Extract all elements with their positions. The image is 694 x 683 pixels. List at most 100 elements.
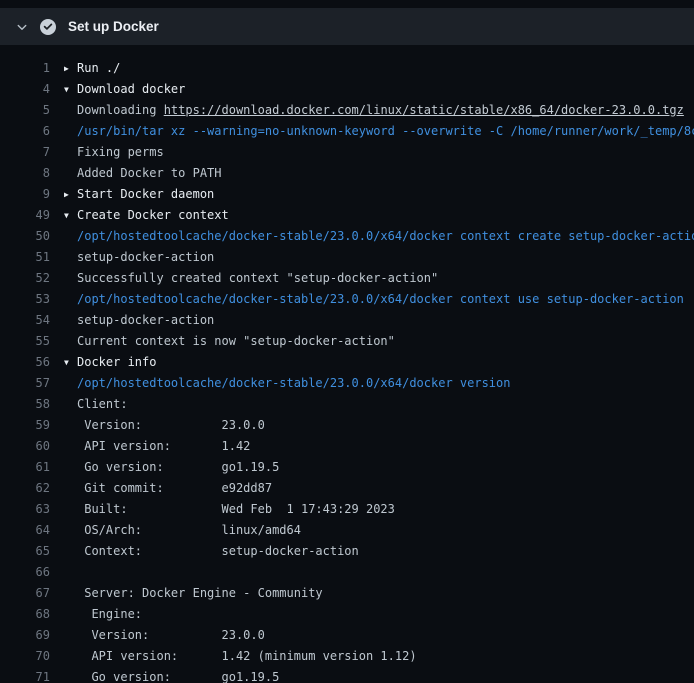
log-group-line[interactable]: 9 ▶Start Docker daemon	[0, 184, 694, 205]
log-line: 57/opt/hostedtoolcache/docker-stable/23.…	[0, 373, 694, 394]
group-title[interactable]: Create Docker context	[77, 208, 229, 222]
line-content: Go version: go1.19.5	[64, 457, 694, 478]
line-number[interactable]: 59	[0, 415, 50, 436]
line-content: /opt/hostedtoolcache/docker-stable/23.0.…	[64, 226, 694, 247]
log-text: Current context is now "setup-docker-act…	[77, 334, 395, 348]
line-content: ▼Docker info	[64, 352, 694, 373]
line-number[interactable]: 52	[0, 268, 50, 289]
log-line: 8 Added Docker to PATH	[0, 163, 694, 184]
log-text: Server: Docker Engine - Community	[77, 586, 323, 600]
log-line: 52 Successfully created context "setup-do…	[0, 268, 694, 289]
group-collapsed-icon[interactable]: ▶	[64, 58, 77, 79]
line-number[interactable]: 55	[0, 331, 50, 352]
line-number[interactable]: 1	[0, 58, 50, 79]
line-number[interactable]: 58	[0, 394, 50, 415]
line-content: ▶Run ./	[64, 58, 694, 79]
line-number[interactable]: 65	[0, 541, 50, 562]
log-group-line[interactable]: 56 ▼Docker info	[0, 352, 694, 373]
line-number[interactable]: 60	[0, 436, 50, 457]
group-title[interactable]: Docker info	[77, 355, 156, 369]
line-number[interactable]: 7	[0, 142, 50, 163]
line-number[interactable]: 49	[0, 205, 50, 226]
line-number[interactable]: 61	[0, 457, 50, 478]
chevron-down-icon[interactable]	[16, 21, 28, 33]
log-line: 70 API version: 1.42 (minimum version 1.…	[0, 646, 694, 667]
log-text: Version: 23.0.0	[77, 418, 265, 432]
log-group-line[interactable]: 4 ▼Download docker	[0, 79, 694, 100]
log-line: 5 Downloading https://download.docker.com…	[0, 100, 694, 121]
log-text: Fixing perms	[77, 145, 164, 159]
log-text: Engine:	[77, 607, 142, 621]
line-content: API version: 1.42	[64, 436, 694, 457]
group-title[interactable]: Run ./	[77, 61, 120, 75]
log-group-line[interactable]: 1 ▶Run ./	[0, 58, 694, 79]
group-expanded-icon[interactable]: ▼	[64, 205, 77, 226]
line-content: Built: Wed Feb 1 17:43:29 2023	[64, 499, 694, 520]
line-number[interactable]: 56	[0, 352, 50, 373]
line-content: Added Docker to PATH	[64, 163, 694, 184]
line-number[interactable]: 6	[0, 121, 50, 142]
group-expanded-icon[interactable]: ▼	[64, 352, 77, 373]
line-content: ▶Start Docker daemon	[64, 184, 694, 205]
line-number[interactable]: 70	[0, 646, 50, 667]
line-content: Go version: go1.19.5	[64, 667, 694, 683]
line-number[interactable]: 9	[0, 184, 50, 205]
log-line: 66	[0, 562, 694, 583]
log-line: 50/opt/hostedtoolcache/docker-stable/23.…	[0, 226, 694, 247]
log-text: Downloading	[77, 103, 164, 117]
line-number[interactable]: 53	[0, 289, 50, 310]
line-content: Context: setup-docker-action	[64, 541, 694, 562]
group-expanded-icon[interactable]: ▼	[64, 79, 77, 100]
log-text: setup-docker-action	[77, 250, 214, 264]
group-title[interactable]: Start Docker daemon	[77, 187, 214, 201]
command-text: /opt/hostedtoolcache/docker-stable/23.0.…	[77, 376, 510, 390]
log-link[interactable]: https://download.docker.com/linux/static…	[164, 103, 684, 117]
group-collapsed-icon[interactable]: ▶	[64, 184, 77, 205]
line-content: Current context is now "setup-docker-act…	[64, 331, 694, 352]
line-number[interactable]: 71	[0, 667, 50, 683]
line-number[interactable]: 69	[0, 625, 50, 646]
line-number[interactable]: 4	[0, 79, 50, 100]
line-number[interactable]: 50	[0, 226, 50, 247]
line-number[interactable]: 54	[0, 310, 50, 331]
line-content: setup-docker-action	[64, 247, 694, 268]
line-number[interactable]: 68	[0, 604, 50, 625]
line-content: setup-docker-action	[64, 310, 694, 331]
log-line: 61 Go version: go1.19.5	[0, 457, 694, 478]
log-line: 71 Go version: go1.19.5	[0, 667, 694, 683]
line-content: Client:	[64, 394, 694, 415]
line-number[interactable]: 63	[0, 499, 50, 520]
line-number[interactable]: 64	[0, 520, 50, 541]
step-header[interactable]: Set up Docker	[0, 8, 694, 45]
log-line: 7 Fixing perms	[0, 142, 694, 163]
line-number[interactable]: 57	[0, 373, 50, 394]
log-text: Go version: go1.19.5	[77, 670, 279, 683]
log-line: 55 Current context is now "setup-docker-a…	[0, 331, 694, 352]
line-number[interactable]: 67	[0, 583, 50, 604]
log-text: Built: Wed Feb 1 17:43:29 2023	[77, 502, 395, 516]
line-number[interactable]: 66	[0, 562, 50, 583]
log-line: 58 Client:	[0, 394, 694, 415]
log-line: 59 Version: 23.0.0	[0, 415, 694, 436]
command-text: /opt/hostedtoolcache/docker-stable/23.0.…	[77, 229, 694, 243]
line-content: /usr/bin/tar xz --warning=no-unknown-key…	[64, 121, 694, 142]
group-title[interactable]: Download docker	[77, 82, 185, 96]
line-content: Server: Docker Engine - Community	[64, 583, 694, 604]
log-text: OS/Arch: linux/amd64	[77, 523, 301, 537]
log-text: Successfully created context "setup-dock…	[77, 271, 438, 285]
line-content: Downloading https://download.docker.com/…	[64, 100, 694, 121]
line-number[interactable]: 62	[0, 478, 50, 499]
log-group-line[interactable]: 49 ▼Create Docker context	[0, 205, 694, 226]
log-text: API version: 1.42 (minimum version 1.12)	[77, 649, 417, 663]
step-title: Set up Docker	[68, 19, 159, 34]
log-text: Go version: go1.19.5	[77, 460, 279, 474]
line-content: /opt/hostedtoolcache/docker-stable/23.0.…	[64, 373, 694, 394]
log-line: 62 Git commit: e92dd87	[0, 478, 694, 499]
success-check-icon	[40, 19, 56, 35]
log-text: setup-docker-action	[77, 313, 214, 327]
line-content: /opt/hostedtoolcache/docker-stable/23.0.…	[64, 289, 694, 310]
line-number[interactable]: 8	[0, 163, 50, 184]
line-number[interactable]: 51	[0, 247, 50, 268]
command-text: /opt/hostedtoolcache/docker-stable/23.0.…	[77, 292, 684, 306]
line-number[interactable]: 5	[0, 100, 50, 121]
